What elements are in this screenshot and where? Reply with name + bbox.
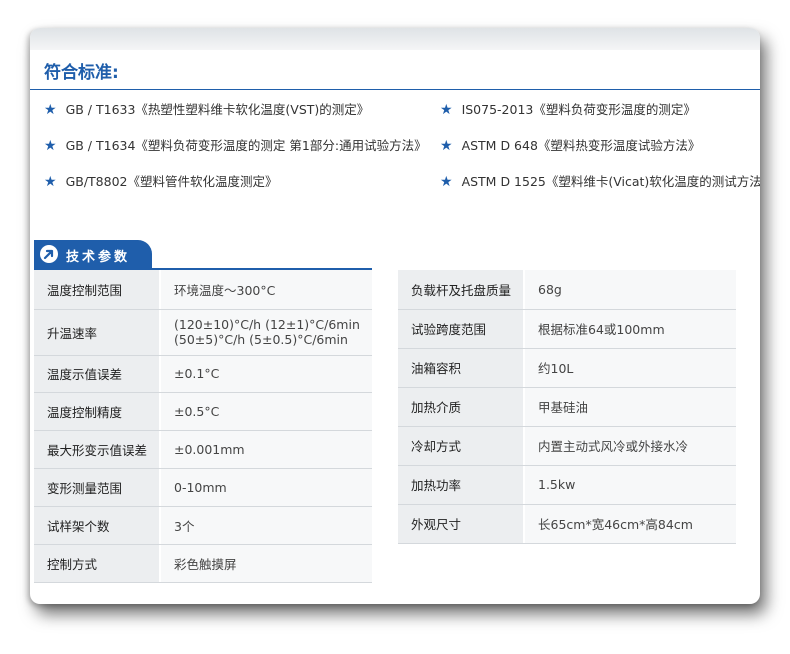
table-row: 变形测量范围 0-10mm: [34, 468, 372, 507]
table-row: 负载杆及托盘质量 68g: [398, 270, 736, 310]
star-icon: ★: [44, 174, 57, 190]
standard-item: ★ ASTM D 648《塑料热变形温度试验方法》: [440, 138, 701, 154]
table-row: 加热功率 1.5kw: [398, 465, 736, 505]
spec-table-left: 温度控制范围 环境温度～300°C 升温速率 (120±10)°C/h (12±…: [34, 270, 372, 583]
spec-key: 负载杆及托盘质量: [398, 270, 523, 310]
table-row: 温度控制范围 环境温度～300°C: [34, 270, 372, 310]
spec-value: 约10L: [525, 348, 736, 388]
spec-value: ±0.001mm: [161, 430, 372, 469]
spec-key: 试样架个数: [34, 506, 159, 545]
spec-key: 加热功率: [398, 465, 523, 505]
title-divider: [30, 89, 760, 90]
standard-item: ★ GB / T1634《塑料负荷变形温度的测定 第1部分:通用试验方法》: [44, 138, 427, 154]
spec-value: 68g: [525, 270, 736, 310]
standard-item: ★ GB/T8802《塑料管件软化温度测定》: [44, 174, 278, 190]
spec-value: 3个: [161, 506, 372, 545]
table-row: 油箱容积 约10L: [398, 348, 736, 388]
spec-value: 甲基硅油: [525, 387, 736, 427]
spec-key: 加热介质: [398, 387, 523, 427]
standard-item: ★ GB / T1633《热塑性塑料维卡软化温度(VST)的测定》: [44, 102, 370, 118]
table-row: 试验跨度范围 根据标准64或100mm: [398, 309, 736, 349]
spec-value: 0-10mm: [161, 468, 372, 507]
standards-title: 符合标准:: [44, 63, 119, 83]
star-icon: ★: [44, 102, 57, 118]
table-row: 控制方式 彩色触摸屏: [34, 544, 372, 583]
star-icon: ★: [44, 138, 57, 154]
spec-key: 油箱容积: [398, 348, 523, 388]
table-row: 最大形变示值误差 ±0.001mm: [34, 430, 372, 469]
spec-key: 升温速率: [34, 309, 159, 356]
spec-value: ±0.5°C: [161, 392, 372, 431]
star-icon: ★: [440, 174, 453, 190]
spec-value: 1.5kw: [525, 465, 736, 505]
table-row: 温度示值误差 ±0.1°C: [34, 355, 372, 393]
card-top-band: [30, 28, 760, 50]
spec-key: 最大形变示值误差: [34, 430, 159, 469]
spec-value: 内置主动式风冷或外接水冷: [525, 426, 736, 466]
tech-params-tab: 技术参数: [34, 240, 152, 269]
star-icon: ★: [440, 102, 453, 118]
standard-item: ★ IS075-2013《塑料负荷变形温度的测定》: [440, 102, 696, 118]
tech-params-title: 技术参数: [66, 250, 131, 265]
spec-value: 长65cm*宽46cm*高84cm: [525, 504, 736, 544]
spec-value: ±0.1°C: [161, 355, 372, 393]
spec-key: 变形测量范围: [34, 468, 159, 507]
spec-key: 外观尺寸: [398, 504, 523, 544]
spec-key: 试验跨度范围: [398, 309, 523, 349]
table-row: 温度控制精度 ±0.5°C: [34, 392, 372, 431]
star-icon: ★: [440, 138, 453, 154]
spec-value: 彩色触摸屏: [161, 544, 372, 583]
spec-value: 环境温度～300°C: [161, 270, 372, 310]
table-row: 冷却方式 内置主动式风冷或外接水冷: [398, 426, 736, 466]
table-row: 外观尺寸 长65cm*宽46cm*高84cm: [398, 504, 736, 544]
spec-card: 符合标准: ★ GB / T1633《热塑性塑料维卡软化温度(VST)的测定》 ★…: [30, 28, 760, 604]
spec-table-right: 负载杆及托盘质量 68g 试验跨度范围 根据标准64或100mm 油箱容积 约1…: [398, 270, 736, 544]
arrow-up-right-icon: [40, 245, 58, 263]
spec-key: 温度示值误差: [34, 355, 159, 393]
spec-key: 冷却方式: [398, 426, 523, 466]
table-row: 试样架个数 3个: [34, 506, 372, 545]
spec-key: 温度控制精度: [34, 392, 159, 431]
table-row: 加热介质 甲基硅油: [398, 387, 736, 427]
standard-item: ★ ASTM D 1525《塑料维卡(Vicat)软化温度的测试方法》: [440, 174, 760, 190]
table-row: 升温速率 (120±10)°C/h (12±1)°C/6min (50±5)°C…: [34, 309, 372, 356]
spec-value: 根据标准64或100mm: [525, 309, 736, 349]
spec-key: 控制方式: [34, 544, 159, 583]
spec-value: (120±10)°C/h (12±1)°C/6min (50±5)°C/h (5…: [161, 309, 372, 356]
spec-key: 温度控制范围: [34, 270, 159, 310]
